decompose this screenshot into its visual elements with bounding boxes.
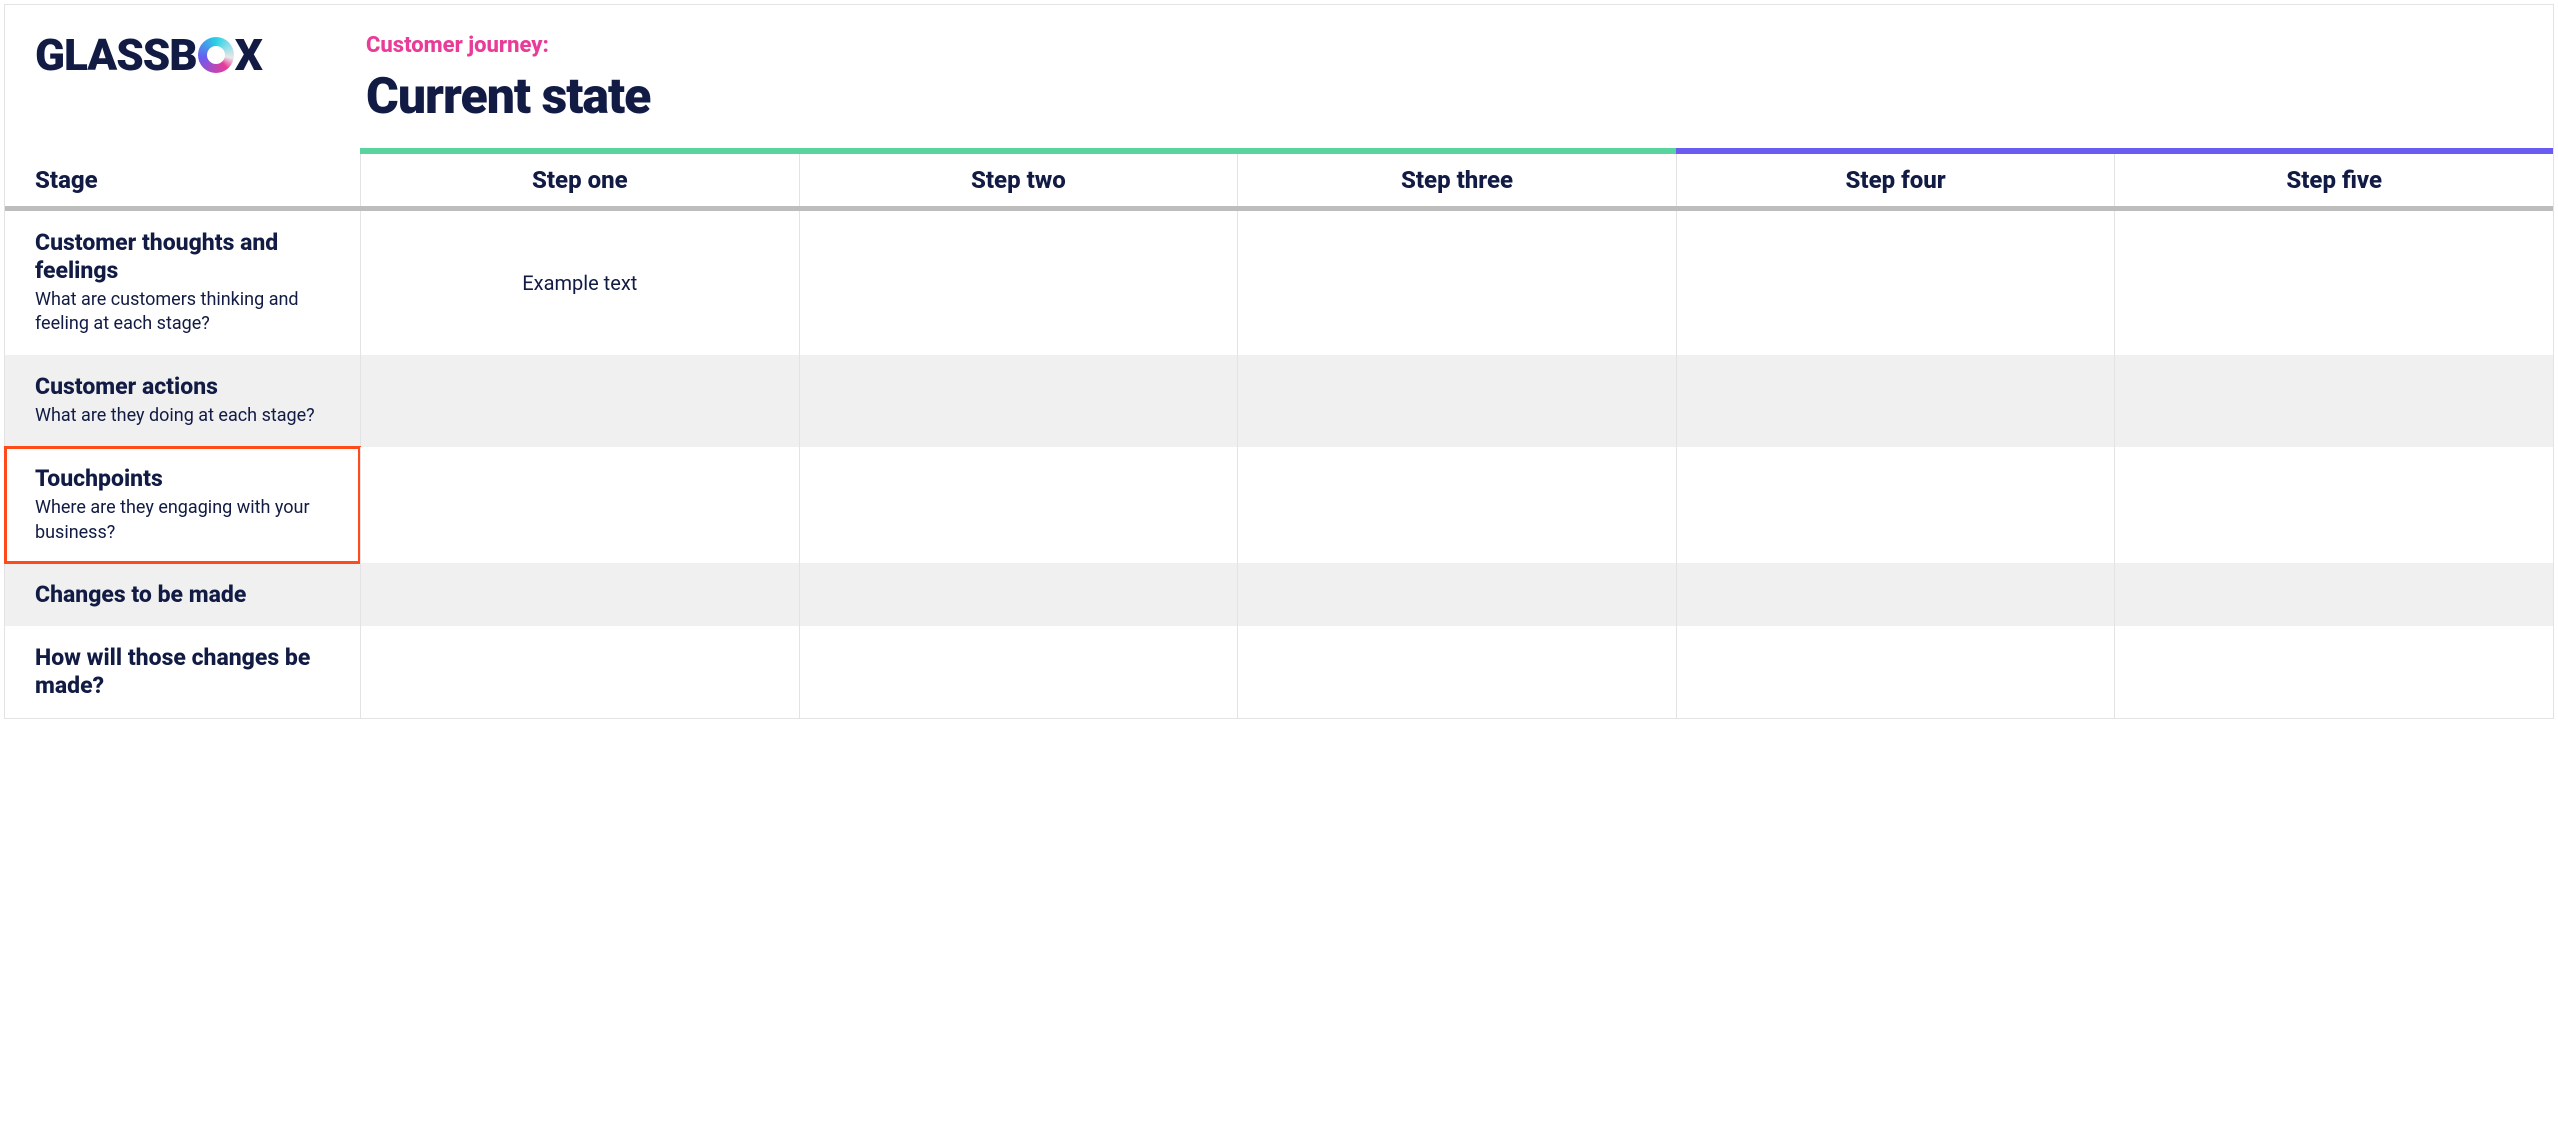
journey-map: GLASSB X Customer journey: Current state… [4,4,2554,719]
row-description: What are customers thinking and feeling … [35,288,336,337]
table-row: Customer thoughts and feelingsWhat are c… [5,211,2553,355]
step-header-2: Step two [799,154,1238,206]
brand-text-left: GLASSB [35,33,197,77]
cell[interactable] [799,626,1238,717]
row-header: Changes to be made [5,563,360,627]
cell[interactable] [2114,355,2553,447]
row-description: What are they doing at each stage? [35,404,336,428]
cell[interactable] [799,563,1238,627]
step-header-1: Step one [360,154,799,206]
cell[interactable] [1676,626,2115,717]
brand-logo: GLASSB X [5,33,360,126]
cell[interactable] [799,355,1238,447]
cell[interactable] [360,626,799,717]
header: GLASSB X Customer journey: Current state [5,5,2553,126]
table-row: Changes to be made [5,563,2553,627]
cell[interactable] [1237,211,1676,355]
cell[interactable] [360,355,799,447]
rows: Customer thoughts and feelingsWhat are c… [5,211,2553,718]
row-title: How will those changes be made? [35,644,336,699]
step-header-3: Step three [1237,154,1676,206]
cell[interactable] [799,447,1238,563]
cell[interactable] [2114,447,2553,563]
cell[interactable] [2114,563,2553,627]
cell[interactable] [1676,211,2115,355]
cell[interactable] [2114,211,2553,355]
row-header: Touchpoints Where are they engaging with … [5,447,360,563]
cell[interactable]: Example text [360,211,799,355]
cell[interactable] [1237,626,1676,717]
cell[interactable] [360,447,799,563]
row-title: Touchpoints [35,465,336,493]
brand-ring-icon [198,37,234,73]
row-header: How will those changes be made? [5,626,360,717]
row-header: Customer actions What are they doing at e… [5,355,360,447]
brand-text-right: X [235,33,262,77]
cell[interactable] [1237,355,1676,447]
cell[interactable] [1676,563,2115,627]
step-header-4: Step four [1676,154,2115,206]
title-block: Customer journey: Current state [360,33,2553,126]
cell[interactable] [2114,626,2553,717]
row-title: Changes to be made [35,581,336,609]
table-row: Touchpoints Where are they engaging with … [5,447,2553,563]
step-header-5: Step five [2114,154,2553,206]
page-title: Current state [366,68,2553,126]
table-row: Customer actions What are they doing at e… [5,355,2553,447]
row-header: Customer thoughts and feelingsWhat are c… [5,211,360,355]
cell[interactable] [360,563,799,627]
cell[interactable] [799,211,1238,355]
step-header-row: Stage Step one Step two Step three Step … [5,154,2553,206]
subtitle: Customer journey: [366,33,2553,58]
stage-column-header: Stage [5,154,360,206]
cell[interactable] [1676,355,2115,447]
row-title: Customer thoughts and feelings [35,229,336,284]
cell[interactable] [1676,447,2115,563]
cell[interactable] [1237,447,1676,563]
row-title: Customer actions [35,373,336,401]
table-row: How will those changes be made? [5,626,2553,717]
cell[interactable] [1237,563,1676,627]
row-description: Where are they engaging with your busine… [35,496,336,545]
